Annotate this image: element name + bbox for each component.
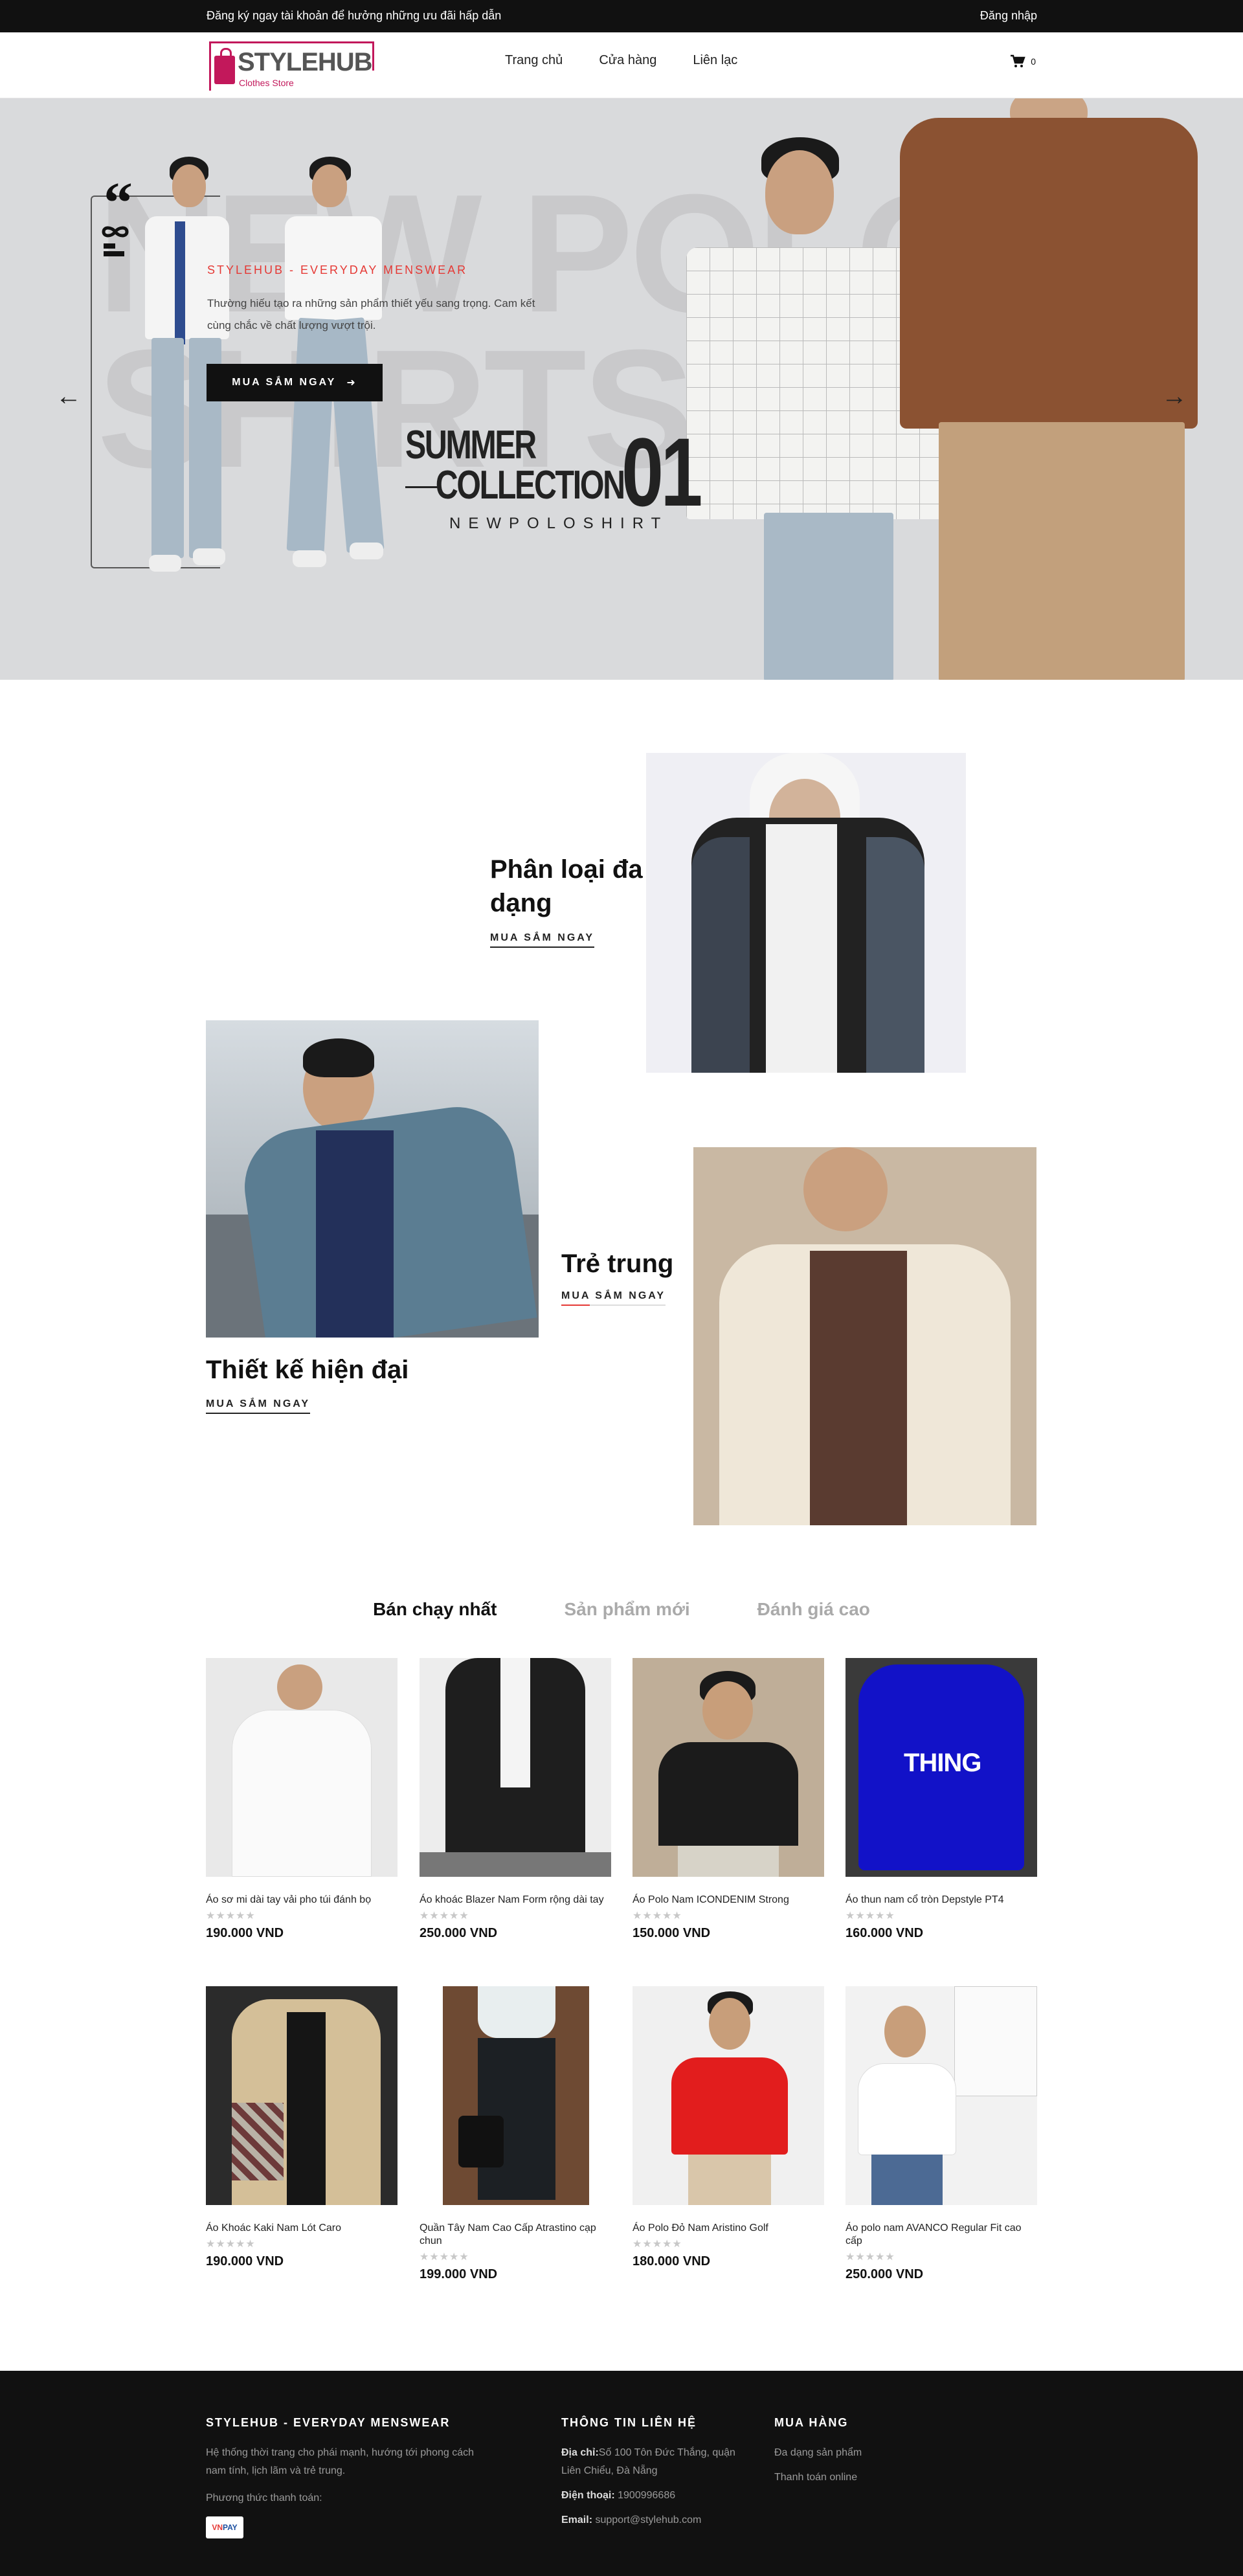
rating-stars: ★★★★★ (420, 1910, 469, 1921)
nav-item-shop[interactable]: Cửa hàng (599, 53, 656, 68)
rating-stars: ★★★★★ (845, 1910, 895, 1921)
category-title-modern: Thiết kế hiện đại (206, 1356, 409, 1384)
product-card[interactable]: Áo Polo Đỏ Nam Aristino Golf ★★★★★ 180.0… (633, 1986, 824, 2269)
arrow-right-icon: ➜ (346, 377, 357, 388)
footer-brand-description: Hệ thống thời trang cho phái mạnh, hướng… (206, 2447, 474, 2476)
collection-logo-icon (102, 226, 129, 256)
tab-new-products[interactable]: Sản phẩm mới (564, 1599, 689, 1620)
hero-shop-now-button[interactable]: MUA SẮM NGAY ➜ (207, 364, 383, 401)
product-card[interactable]: Áo Polo Nam ICONDENIM Strong ★★★★★ 150.0… (633, 1658, 824, 1941)
category-title-diverse: Phân loại đa dạng (490, 855, 643, 917)
product-price: 180.000 VND (633, 2254, 711, 2268)
rating-stars: ★★★★★ (420, 2252, 469, 2263)
tab-best-selling[interactable]: Bán chạy nhất (373, 1599, 497, 1620)
product-name[interactable]: Áo Khoác Kaki Nam Lót Caro (206, 2222, 398, 2235)
hero-eyebrow: STYLEHUB - EVERYDAY MENSWEAR (207, 263, 468, 276)
product-price: 190.000 VND (206, 1926, 284, 1940)
footer-email-link[interactable]: support@stylehub.com (595, 2514, 701, 2526)
login-link[interactable]: Đăng nhập (980, 9, 1037, 23)
category-image-jacket[interactable] (646, 753, 966, 1073)
product-card[interactable]: THING Áo thun nam cổ tròn Depstyle PT4 ★… (845, 1658, 1037, 1941)
product-name[interactable]: Áo Polo Nam ICONDENIM Strong (633, 1894, 824, 1907)
product-image[interactable] (420, 1986, 611, 2205)
product-card[interactable]: Áo sơ mi dài tay vải pho túi đánh bọ ★★★… (206, 1658, 398, 1941)
footer-payment-label: Phương thức thanh toán: (206, 2492, 322, 2503)
product-image[interactable] (845, 1986, 1037, 2205)
summer-collection-title: SUMMER COLLECTION 01 NEWPOLOSHIRT (405, 418, 702, 532)
hero-slider: NEW POLO SHIRTS “ STYLEHUB - EVERYDAY ME… (0, 98, 1243, 680)
site-footer: STYLEHUB - EVERYDAY MENSWEAR Hệ thống th… (0, 2371, 1243, 2576)
cart-count: 0 (1031, 56, 1036, 67)
logo[interactable]: STYLEHUB Clothes Store (209, 41, 377, 92)
product-name[interactable]: Áo polo nam AVANCO Regular Fit cao cấp (845, 2222, 1037, 2248)
product-name[interactable]: Áo khoác Blazer Nam Form rộng dài tay (420, 1894, 611, 1907)
product-name[interactable]: Áo Polo Đỏ Nam Aristino Golf (633, 2222, 824, 2235)
category-image-blazer[interactable] (206, 1020, 539, 1338)
slider-prev-arrow-icon[interactable]: ← (56, 382, 82, 411)
product-image[interactable]: THING (845, 1658, 1037, 1877)
top-bar: Đăng ký ngay tài khoản để hưởng những ưu… (0, 0, 1243, 32)
product-card[interactable]: Áo Khoác Kaki Nam Lót Caro ★★★★★ 190.000… (206, 1986, 398, 2269)
rating-stars: ★★★★★ (633, 1910, 682, 1921)
product-card[interactable]: Áo khoác Blazer Nam Form rộng dài tay ★★… (420, 1658, 611, 1941)
footer-brand-column: STYLEHUB - EVERYDAY MENSWEAR Hệ thống th… (206, 2416, 491, 2538)
cart-icon (1011, 54, 1025, 67)
product-price: 150.000 VND (633, 1926, 711, 1940)
logo-subtitle: Clothes Store (239, 78, 294, 88)
vnpay-logo: VNPAY (206, 2516, 243, 2538)
category-link-youthful[interactable]: MUA SẮM NGAY (561, 1290, 666, 1306)
product-card[interactable]: Quần Tây Nam Cao Cấp Atrastino cạp chun … (420, 1986, 611, 2282)
main-nav: Trang chủ Cửa hàng Liên lạc (505, 53, 737, 68)
product-image[interactable] (206, 1986, 398, 2205)
product-price: 250.000 VND (845, 2267, 924, 2281)
footer-contact-title: THÔNG TIN LIÊN HỆ (561, 2416, 697, 2429)
product-card[interactable]: Áo polo nam AVANCO Regular Fit cao cấp ★… (845, 1986, 1037, 2282)
shopping-bag-icon (214, 48, 235, 84)
product-name[interactable]: Quần Tây Nam Cao Cấp Atrastino cạp chun (420, 2222, 611, 2248)
product-price: 250.000 VND (420, 1926, 498, 1940)
site-header: STYLEHUB Clothes Store Trang chủ Cửa hàn… (0, 32, 1243, 98)
promo-text: Đăng ký ngay tài khoản để hưởng những ưu… (207, 9, 502, 22)
footer-contact-column: THÔNG TIN LIÊN HỆ Địa chỉ:Số 100 Tôn Đức… (561, 2416, 756, 2529)
hero-description: Thường hiếu tạo ra những sản phẩm thiết … (207, 297, 535, 331)
rating-stars: ★★★★★ (206, 2239, 256, 2250)
product-image[interactable] (633, 1986, 824, 2205)
product-name[interactable]: Áo sơ mi dài tay vải pho túi đánh bọ (206, 1894, 398, 1907)
tab-top-rated[interactable]: Đánh giá cao (757, 1599, 870, 1620)
nav-item-home[interactable]: Trang chủ (505, 53, 563, 68)
nav-item-contact[interactable]: Liên lạc (693, 53, 737, 68)
product-price: 160.000 VND (845, 1926, 924, 1940)
slider-next-arrow-icon[interactable]: → (1161, 382, 1187, 411)
footer-email: Email: support@stylehub.com (561, 2514, 702, 2526)
cart-button[interactable]: 0 (1010, 54, 1036, 69)
logo-brand: STYLEHUB (238, 48, 373, 76)
product-name[interactable]: Áo thun nam cổ tròn Depstyle PT4 (845, 1894, 1037, 1907)
rating-stars: ★★★★★ (845, 2252, 895, 2263)
footer-link-online-payment[interactable]: Thanh toán online (774, 2472, 857, 2483)
category-link-diverse[interactable]: MUA SẮM NGAY (490, 932, 595, 948)
rating-stars: ★★★★★ (206, 1910, 256, 1921)
category-image-varsity[interactable] (693, 1147, 1036, 1525)
footer-address: Địa chỉ:Số 100 Tôn Đức Thắng, quận Liên … (561, 2447, 735, 2476)
product-image[interactable] (633, 1658, 824, 1877)
product-image[interactable] (206, 1658, 398, 1877)
rating-stars: ★★★★★ (633, 2239, 682, 2250)
product-tabs: Bán chạy nhất Sản phẩm mới Đánh giá cao (0, 1599, 1243, 1620)
footer-brand-title: STYLEHUB - EVERYDAY MENSWEAR (206, 2416, 451, 2429)
category-title-youthful: Trẻ trung (561, 1249, 674, 1278)
footer-phone: Điện thoại: 1900996686 (561, 2490, 676, 2501)
product-price: 190.000 VND (206, 2254, 284, 2268)
footer-shop-title: MUA HÀNG (774, 2416, 849, 2429)
product-image[interactable] (420, 1658, 611, 1877)
footer-link-products[interactable]: Đa dạng sản phẩm (774, 2447, 862, 2458)
category-link-modern[interactable]: MUA SẮM NGAY (206, 1398, 311, 1414)
product-price: 199.000 VND (420, 2267, 498, 2281)
footer-shop-column: MUA HÀNG Đa dạng sản phẩm Thanh toán onl… (774, 2416, 969, 2487)
product-graphic-text: THING (904, 1749, 981, 1777)
